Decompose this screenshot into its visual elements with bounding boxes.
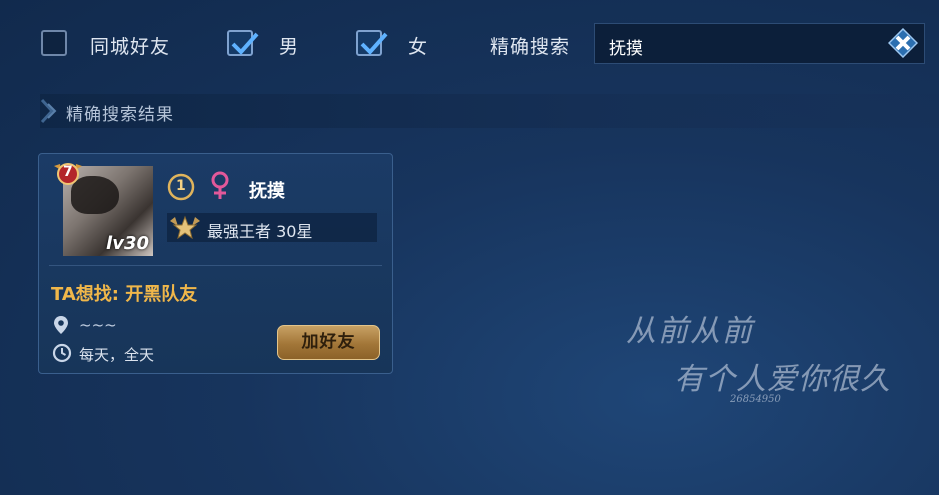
same-city-checkbox[interactable] — [41, 30, 67, 56]
same-city-label: 同城好友 — [90, 36, 171, 58]
location-pin-icon — [54, 316, 68, 334]
watermark: 从前从前 有个人爱你很久 26854950 — [626, 306, 891, 405]
search-input[interactable]: 抚摸 — [594, 23, 925, 64]
close-icon — [887, 27, 919, 59]
watermark-line-1: 从前从前 — [626, 314, 754, 349]
level-badge: 7 — [52, 160, 84, 188]
chevron-right-icon — [40, 98, 57, 124]
checkmark-icon — [231, 32, 259, 55]
section-title: 精确搜索结果 — [66, 105, 174, 125]
male-label: 男 — [279, 36, 300, 58]
female-label: 女 — [408, 36, 429, 58]
looking-for-text: TA想找: 开黑队友 — [51, 284, 198, 305]
male-checkbox[interactable] — [227, 30, 259, 56]
clear-search-button[interactable] — [887, 27, 919, 59]
player-result-card[interactable]: lv30 7 1 抚摸 最强王者 30星 TA想找: 开黑队友 ~~~ 每天，全… — [38, 153, 393, 374]
search-value: 抚摸 — [609, 39, 643, 59]
female-gender-icon — [211, 171, 229, 199]
availability-text: 每天，全天 — [79, 346, 155, 364]
results-section-header: 精确搜索结果 — [40, 94, 939, 128]
location-text: ~~~ — [79, 316, 117, 334]
level-badge-number: 7 — [63, 164, 73, 180]
rank-text: 最强王者 30星 — [207, 222, 313, 241]
rank-star-icon — [170, 215, 200, 239]
avatar-level: lv30 — [106, 233, 149, 254]
card-divider — [49, 265, 382, 266]
tier-badge: 1 — [167, 173, 195, 201]
tier-badge-number: 1 — [176, 178, 186, 194]
exact-search-label: 精确搜索 — [490, 36, 571, 58]
female-checkbox[interactable] — [356, 30, 388, 56]
rank-row: 最强王者 30星 — [167, 213, 377, 242]
clock-icon — [52, 343, 72, 363]
player-name: 抚摸 — [249, 181, 285, 202]
watermark-line-2: 有个人爱你很久 — [674, 362, 891, 397]
checkmark-icon — [360, 32, 388, 55]
add-friend-button[interactable]: 加好友 — [277, 325, 380, 360]
